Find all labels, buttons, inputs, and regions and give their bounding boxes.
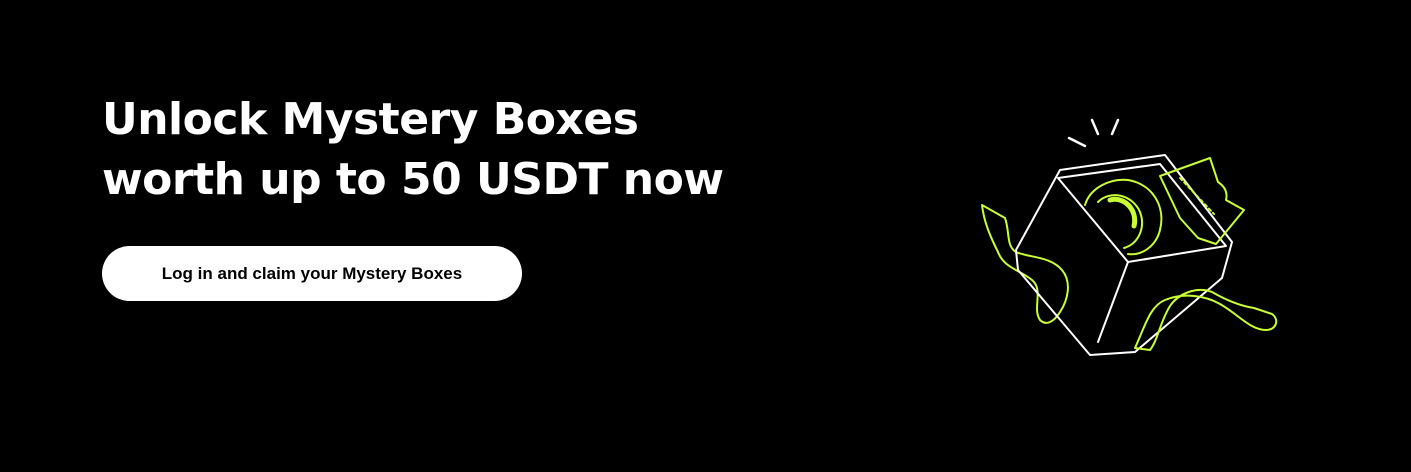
headline-line-1: Unlock Mystery Boxes [102, 94, 639, 145]
hero-headline: Unlock Mystery Boxes worth up to 50 USDT… [102, 90, 724, 210]
headline-line-2: worth up to 50 USDT now [102, 154, 724, 205]
mystery-box-icon [981, 118, 1278, 356]
hero-banner: Unlock Mystery Boxes worth up to 50 USDT… [0, 0, 1411, 472]
login-claim-button[interactable]: Log in and claim your Mystery Boxes [102, 246, 522, 301]
